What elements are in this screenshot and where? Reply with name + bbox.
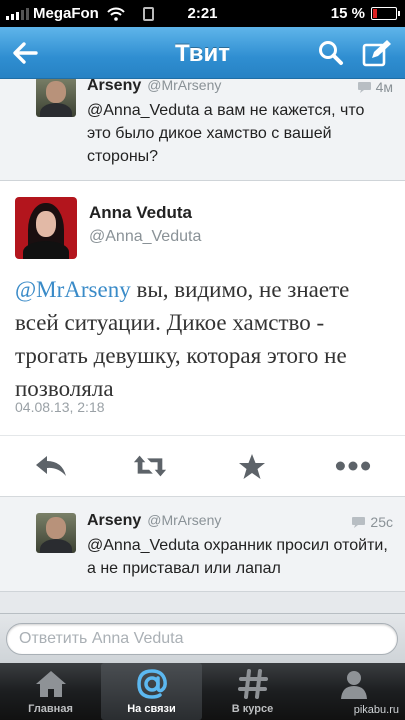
tab-bar: Главная На связи В курсе pikabu.ru (0, 663, 405, 720)
author-line: Arseny @MrArseny (87, 512, 221, 530)
navigation-bar: Твит (0, 27, 405, 79)
tweet-age: 25с (370, 514, 393, 530)
battery-icon (371, 7, 400, 20)
tab-label: На связи (127, 703, 176, 715)
tweet-age: 4м (375, 79, 393, 95)
retweet-icon (133, 455, 167, 477)
reply-tweet[interactable]: Arseny @MrArseny 25с @Anna_Veduta охранни… (0, 497, 405, 592)
more-button[interactable] (335, 451, 371, 481)
battery-percent: 15 % (330, 5, 365, 22)
search-icon[interactable] (317, 39, 345, 67)
previous-tweet[interactable]: Arseny @MrArseny 4м @Anna_Veduta а вам не… (0, 79, 405, 181)
more-icon (335, 461, 371, 471)
author-name[interactable]: Anna Veduta (89, 203, 192, 223)
tab-connect[interactable]: На связи (101, 663, 202, 720)
favorite-button[interactable] (234, 451, 270, 481)
tab-label: В курсе (231, 703, 274, 715)
tab-label: Главная (28, 703, 73, 715)
author-name: Arseny (87, 79, 142, 94)
tweet-detail: Arseny @MrArseny 4м @Anna_Veduta а вам не… (0, 79, 405, 623)
reply-button[interactable] (33, 451, 69, 481)
tweet-date: 04.08.13, 2:18 (15, 399, 105, 415)
author-line: Arseny @MrArseny (87, 79, 221, 95)
avatar[interactable] (15, 197, 77, 259)
tweet-text: @MrArseny вы, видимо, не знаете всей сит… (15, 273, 393, 405)
tab-home[interactable]: Главная (0, 663, 101, 720)
home-icon (35, 671, 66, 697)
profile-icon (340, 671, 367, 699)
hashtag-icon (237, 669, 268, 699)
compose-icon[interactable] (361, 38, 393, 68)
tweet-time: 4м (357, 79, 393, 95)
at-icon (136, 669, 167, 699)
tweet-actions (0, 435, 405, 497)
tweet-text: @Anna_Veduta а вам не кажется, что это б… (87, 102, 365, 165)
watermark: pikabu.ru (353, 704, 399, 716)
reply-bubble-icon (357, 82, 371, 93)
author-handle: @MrArseny (147, 79, 222, 93)
author-handle[interactable]: @Anna_Veduta (89, 228, 201, 246)
author-handle: @MrArseny (147, 512, 222, 528)
avatar[interactable] (36, 79, 76, 117)
status-bar: MegaFon 2:21 15 % (0, 0, 405, 27)
reply-bar (0, 613, 405, 663)
main-tweet: Anna Veduta @Anna_Veduta @MrArseny вы, в… (0, 181, 405, 497)
author-name: Arseny (87, 512, 142, 529)
reply-input[interactable] (6, 623, 398, 655)
reply-bubble-icon (352, 517, 366, 528)
tab-discover[interactable]: В курсе (202, 663, 303, 720)
tweet-time: 25с (351, 514, 393, 530)
favorite-icon (239, 453, 265, 479)
tweet-text: @Anna_Veduta охранник просил отойти, а н… (87, 537, 388, 577)
mention-link[interactable]: @MrArseny (15, 277, 131, 302)
avatar[interactable] (36, 513, 76, 553)
retweet-button[interactable] (132, 451, 168, 481)
reply-icon (36, 456, 66, 476)
